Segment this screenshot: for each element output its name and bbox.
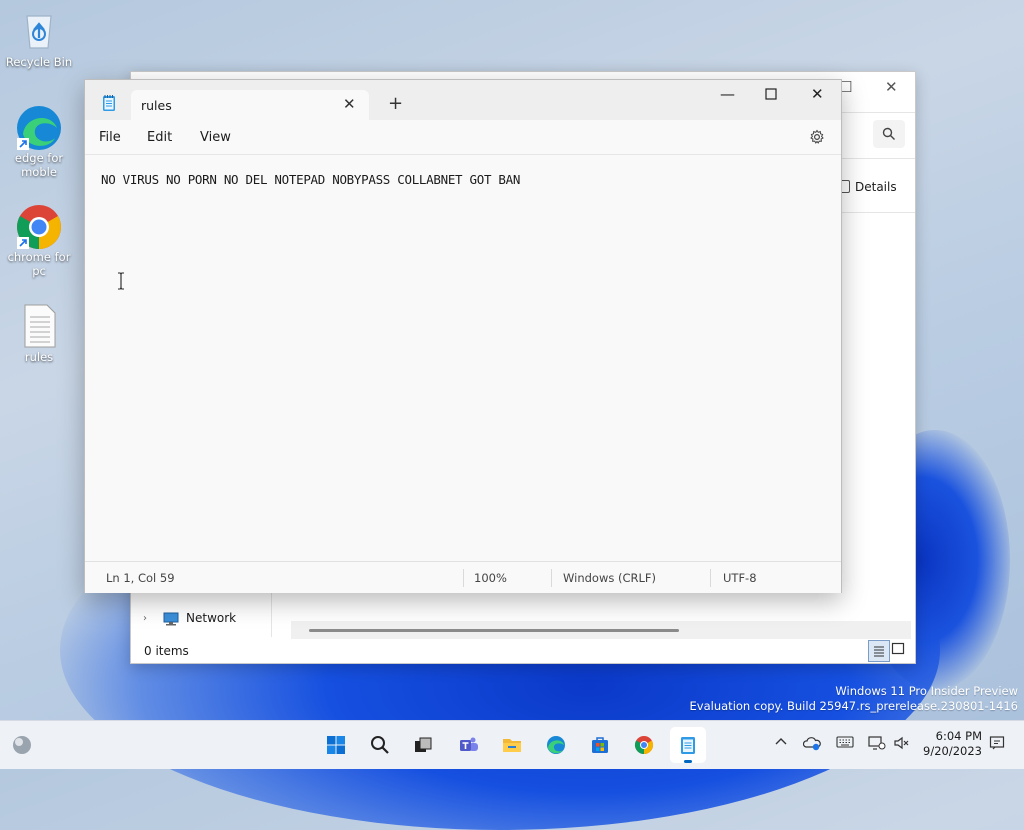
edge-icon	[17, 104, 61, 150]
explorer-status-items: 0 items	[144, 644, 189, 658]
minimize-button[interactable]: —	[720, 85, 735, 103]
maximize-icon	[765, 88, 777, 100]
menu-view[interactable]: View	[200, 130, 231, 145]
large-icons-view-button[interactable]	[891, 642, 905, 656]
weather-widget-icon[interactable]	[11, 734, 33, 759]
explorer-close-button[interactable]: ✕	[885, 78, 898, 96]
close-button[interactable]: ✕	[811, 85, 824, 103]
evaluation-watermark: Windows 11 Pro Insider Preview Evaluatio…	[689, 684, 1018, 713]
active-app-indicator	[684, 760, 692, 763]
teams-icon	[460, 737, 478, 751]
explorer-divider	[831, 158, 915, 159]
tab-title: rules	[141, 98, 172, 113]
windows-logo-icon	[327, 736, 345, 754]
encoding[interactable]: UTF-8	[723, 571, 757, 585]
chrome-taskbar-button[interactable]	[626, 727, 662, 763]
close-tab-icon[interactable]: ✕	[343, 95, 356, 113]
cursor-position[interactable]: Ln 1, Col 59	[106, 571, 175, 585]
nav-item-network[interactable]: Network	[186, 611, 236, 625]
teams-button[interactable]	[451, 727, 487, 763]
text-file-icon	[17, 303, 61, 348]
onedrive-icon[interactable]	[802, 735, 821, 755]
search-icon	[371, 736, 389, 754]
status-bar: Ln 1, Col 59 100% Windows (CRLF) UTF-8	[85, 561, 841, 593]
notifications-icon[interactable]	[989, 735, 1005, 755]
explorer-divider	[841, 112, 915, 113]
menu-file[interactable]: File	[99, 130, 121, 145]
search-icon	[882, 127, 895, 140]
show-hidden-icons-chevron[interactable]	[774, 735, 788, 753]
folder-icon	[503, 739, 521, 752]
maximize-button[interactable]	[765, 84, 777, 104]
zoom-level[interactable]: 100%	[474, 571, 507, 585]
new-tab-button[interactable]: +	[388, 93, 403, 114]
clock-time: 6:04 PM	[935, 729, 982, 743]
store-icon	[592, 737, 608, 753]
settings-gear-icon[interactable]	[809, 129, 825, 145]
tiles-view-icon	[891, 642, 905, 655]
document-content[interactable]: NO VIRUS NO PORN NO DEL NOTEPAD NOBYPASS…	[101, 172, 520, 187]
status-divider	[551, 569, 552, 587]
edge-icon	[547, 736, 565, 754]
desktop-icon-label: chrome for pc	[7, 250, 71, 278]
text-editor-area[interactable]: NO VIRUS NO PORN NO DEL NOTEPAD NOBYPASS…	[85, 154, 841, 561]
taskbar: 6:04 PM 9/20/2023	[0, 720, 1024, 769]
taskbar-search-button[interactable]	[362, 727, 398, 763]
notepad-taskbar-button[interactable]	[670, 727, 706, 763]
desktop-icon-edge[interactable]: edge for moble	[4, 104, 74, 179]
clock-date: 9/20/2023	[923, 744, 982, 758]
horizontal-scrollbar-thumb[interactable]	[309, 629, 679, 632]
desktop-icon-recycle-bin[interactable]: Recycle Bin	[4, 8, 74, 69]
task-view-button[interactable]	[405, 727, 441, 763]
desktop-icon-label: rules	[24, 350, 54, 364]
notepad-titlebar[interactable]: rules ✕ + — ✕	[85, 80, 841, 120]
notepad-app-icon	[102, 94, 116, 115]
store-button[interactable]	[582, 727, 618, 763]
system-clock[interactable]: 6:04 PM 9/20/2023	[920, 729, 982, 759]
details-view-button[interactable]	[868, 640, 890, 662]
explorer-divider	[839, 212, 915, 213]
volume-muted-icon[interactable]	[893, 735, 911, 755]
keyboard-icon[interactable]	[836, 735, 854, 753]
chrome-icon	[634, 736, 654, 754]
task-view-icon	[415, 737, 432, 752]
text-cursor-icon	[117, 272, 125, 290]
notepad-window[interactable]: rules ✕ + — ✕ File Edit View NO VIRUS NO…	[84, 79, 842, 593]
recycle-bin-icon	[17, 8, 61, 52]
details-button[interactable]: Details	[839, 180, 897, 194]
desktop-icon-label: Recycle Bin	[5, 55, 73, 69]
status-divider	[710, 569, 711, 587]
status-divider	[463, 569, 464, 587]
chevron-right-icon[interactable]: ›	[143, 613, 147, 624]
menu-edit[interactable]: Edit	[147, 130, 172, 145]
list-view-icon	[874, 646, 884, 657]
notepad-icon	[681, 737, 695, 754]
network-icon	[163, 612, 179, 626]
network-status-icon[interactable]	[868, 735, 886, 755]
file-explorer-button[interactable]	[494, 727, 530, 763]
start-button[interactable]	[318, 727, 354, 763]
explorer-search-box[interactable]	[873, 120, 905, 148]
menu-bar: File Edit View	[85, 120, 841, 154]
desktop-icon-rules[interactable]: rules	[4, 303, 74, 364]
edge-taskbar-button[interactable]	[538, 727, 574, 763]
desktop-icon-label: edge for moble	[14, 151, 64, 179]
tab-rules[interactable]: rules ✕	[131, 90, 369, 120]
desktop-icon-chrome[interactable]: chrome for pc	[4, 203, 74, 278]
line-ending[interactable]: Windows (CRLF)	[563, 571, 656, 585]
chrome-icon	[17, 203, 61, 249]
